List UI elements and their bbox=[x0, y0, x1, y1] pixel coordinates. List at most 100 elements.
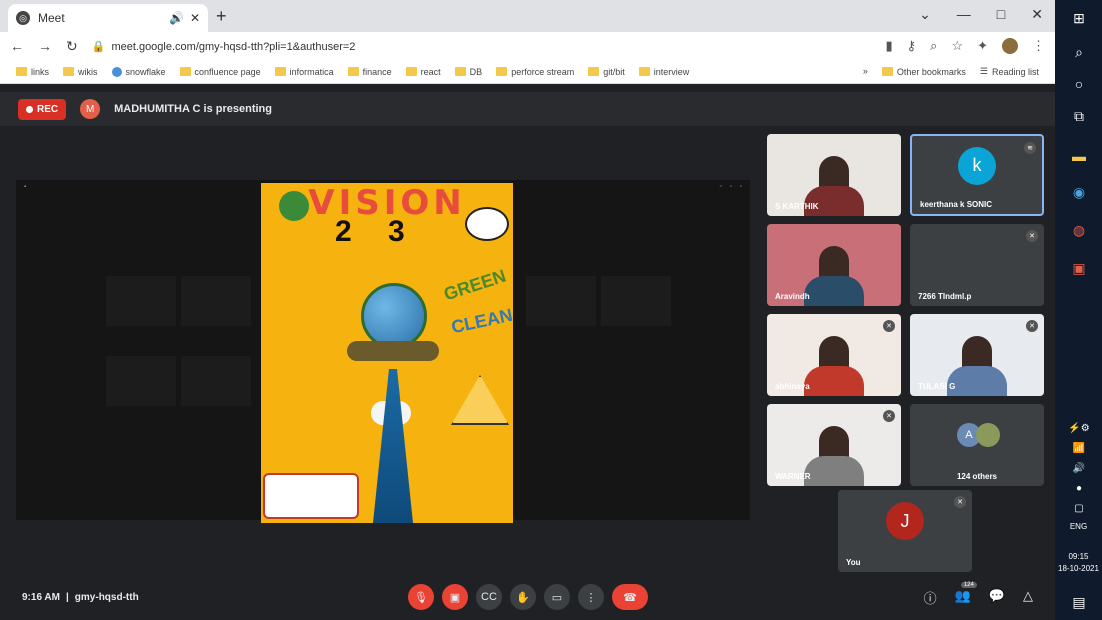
meeting-info: 9:16 AM | gmy-hqsd-tth bbox=[22, 592, 139, 603]
clock-date[interactable]: 18-10-2021 bbox=[1055, 564, 1102, 573]
other-bookmarks[interactable]: Other bookmarks bbox=[881, 66, 966, 77]
bookmark-db[interactable]: DB bbox=[454, 67, 482, 77]
app-icon[interactable]: ▣ bbox=[1069, 258, 1089, 278]
reload-icon[interactable]: ↻ bbox=[66, 38, 78, 55]
bookmark-interview[interactable]: interview bbox=[638, 67, 689, 77]
new-tab-button[interactable]: + bbox=[216, 6, 227, 27]
camera-off-button[interactable]: ▣ bbox=[442, 584, 468, 610]
separator: | bbox=[65, 591, 69, 603]
bookmark-informatica[interactable]: informatica bbox=[274, 67, 334, 77]
folder-icon bbox=[274, 67, 286, 76]
key-icon[interactable]: ⚷ bbox=[907, 38, 917, 54]
ghost-thumb bbox=[106, 356, 176, 406]
folder-icon bbox=[638, 67, 650, 76]
bookmark-finance[interactable]: finance bbox=[347, 67, 392, 77]
search-icon[interactable]: ⌕ bbox=[1069, 42, 1089, 62]
tab-bar: ◎ Meet 🔊 ✕ + ⌄ — □ ✕ bbox=[0, 0, 1055, 32]
end-call-button[interactable]: ☎ bbox=[612, 584, 648, 610]
captions-button[interactable]: CC bbox=[476, 584, 502, 610]
forward-icon[interactable]: → bbox=[38, 38, 52, 54]
shared-icon-2: ▫ bbox=[729, 184, 732, 190]
close-window-button[interactable]: ✕ bbox=[1031, 6, 1043, 23]
vision-poster: VISION 2 3 GREEN CLEAN bbox=[261, 183, 513, 523]
notification-tray-icon[interactable]: ● bbox=[1069, 478, 1089, 498]
extensions-icon[interactable]: ✦ bbox=[977, 38, 988, 54]
shared-icon-1: ▫ bbox=[719, 184, 722, 190]
speaking-icon: ≋ bbox=[1024, 142, 1036, 154]
close-tab-icon[interactable]: ✕ bbox=[190, 11, 200, 25]
participant-tile[interactable]: ✕ abhinaya bbox=[767, 314, 901, 396]
maximize-button[interactable]: □ bbox=[997, 6, 1005, 23]
folder-icon bbox=[16, 67, 27, 76]
chevron-right-icon[interactable]: » bbox=[863, 66, 868, 77]
presenting-text: MADHUMITHA C is presenting bbox=[114, 103, 272, 115]
participant-tile[interactable]: ✕ WARNER bbox=[767, 404, 901, 486]
url-bar[interactable]: 🔒 meet.google.com/gmy-hqsd-tth?pli=1&auth… bbox=[92, 40, 872, 53]
bookmark-confluence[interactable]: confluence page bbox=[179, 67, 261, 77]
bookmark-snowflake[interactable]: snowflake bbox=[111, 66, 166, 77]
info-icon[interactable]: ⓘ bbox=[924, 588, 937, 607]
participant-tile[interactable]: k ≋ keerthana k SONIC bbox=[910, 134, 1044, 216]
bookmark-react[interactable]: react bbox=[405, 67, 441, 77]
action-center-icon[interactable]: ▤ bbox=[1069, 592, 1089, 612]
cortana-icon[interactable]: ○ bbox=[1069, 74, 1089, 94]
profile-avatar[interactable] bbox=[1002, 38, 1018, 54]
recycle-icon bbox=[451, 375, 509, 425]
bookmark-links[interactable]: links bbox=[16, 67, 49, 77]
present-button[interactable]: ▭ bbox=[544, 584, 570, 610]
windows-start-icon[interactable]: ⊞ bbox=[1069, 8, 1089, 28]
self-tile[interactable]: J ✕ You bbox=[838, 490, 972, 572]
more-options-button[interactable]: ⋮ bbox=[578, 584, 604, 610]
windows-taskbar: ⊞ ⌕ ○ ⧉ ▬ ◉ ◍ ▣ ⚡⚙ 📶 🔊 ● ▢ ENG 09:15 18-… bbox=[1055, 0, 1102, 620]
clock-time[interactable]: 09:15 bbox=[1055, 552, 1102, 561]
camera-icon[interactable]: ▮ bbox=[885, 38, 892, 54]
participant-tile[interactable]: Aravindh bbox=[767, 224, 901, 306]
tab-search-icon[interactable]: ⌄ bbox=[919, 6, 931, 23]
globe-illustration bbox=[361, 283, 427, 349]
tray-icons[interactable]: ⚡⚙ bbox=[1068, 418, 1089, 438]
file-explorer-icon[interactable]: ▬ bbox=[1069, 146, 1089, 166]
skateboard-illustration bbox=[347, 341, 439, 361]
folder-icon bbox=[454, 67, 466, 76]
bookmark-perforce[interactable]: perforce stream bbox=[496, 67, 574, 77]
bookmark-wikis[interactable]: wikis bbox=[63, 67, 98, 77]
language-indicator[interactable]: ENG bbox=[1055, 522, 1102, 531]
person-body bbox=[804, 366, 864, 396]
back-icon[interactable]: ← bbox=[10, 38, 24, 54]
speech-bubble-icon bbox=[465, 207, 509, 241]
poster-word-green: GREEN bbox=[441, 265, 509, 305]
raise-hand-button[interactable]: ✋ bbox=[510, 584, 536, 610]
meet-icon: ◎ bbox=[16, 11, 30, 25]
people-icon[interactable]: 👥 124 bbox=[955, 582, 977, 607]
participant-tile[interactable]: S KARTHIK bbox=[767, 134, 901, 216]
tab-meet[interactable]: ◎ Meet 🔊 ✕ bbox=[8, 4, 208, 32]
poster-word-clean: CLEAN bbox=[449, 304, 513, 338]
globe-icon bbox=[111, 66, 122, 77]
recording-badge[interactable]: REC bbox=[18, 98, 67, 120]
chrome-icon[interactable]: ◍ bbox=[1069, 220, 1089, 240]
reading-list[interactable]: ☰ Reading list bbox=[980, 66, 1039, 77]
mic-off-button[interactable]: 🎙 bbox=[408, 584, 434, 610]
edge-icon[interactable]: ◉ bbox=[1069, 182, 1089, 202]
star-icon[interactable]: ☆ bbox=[951, 38, 963, 54]
menu-icon[interactable]: ⋮ bbox=[1032, 38, 1045, 54]
network-icon[interactable]: 📶 bbox=[1069, 438, 1089, 458]
audio-icon[interactable]: 🔊 bbox=[169, 11, 184, 25]
task-view-icon[interactable]: ⧉ bbox=[1069, 106, 1089, 126]
zoom-icon[interactable]: ⌕ bbox=[930, 38, 937, 54]
chat-tray-icon[interactable]: ▢ bbox=[1069, 498, 1089, 518]
minimize-button[interactable]: — bbox=[957, 6, 971, 23]
activities-icon[interactable]: △ bbox=[1023, 588, 1033, 607]
volume-icon[interactable]: 🔊 bbox=[1069, 458, 1089, 478]
toolbar-icons: ▮ ⚷ ⌕ ☆ ✦ ⋮ bbox=[885, 38, 1045, 54]
folder-icon bbox=[881, 67, 893, 76]
person-body bbox=[804, 276, 864, 306]
chat-icon[interactable]: 💬 bbox=[989, 588, 1005, 607]
participant-tile[interactable]: ✕ 7266 TIndml.p bbox=[910, 224, 1044, 306]
lock-icon: 🔒 bbox=[91, 40, 106, 53]
participant-name: You bbox=[846, 558, 861, 567]
folder-icon bbox=[63, 67, 75, 76]
bookmark-git[interactable]: git/bit bbox=[588, 67, 625, 77]
participant-tile[interactable]: ✕ TULASI G bbox=[910, 314, 1044, 396]
others-tile[interactable]: A 124 others bbox=[910, 404, 1044, 486]
